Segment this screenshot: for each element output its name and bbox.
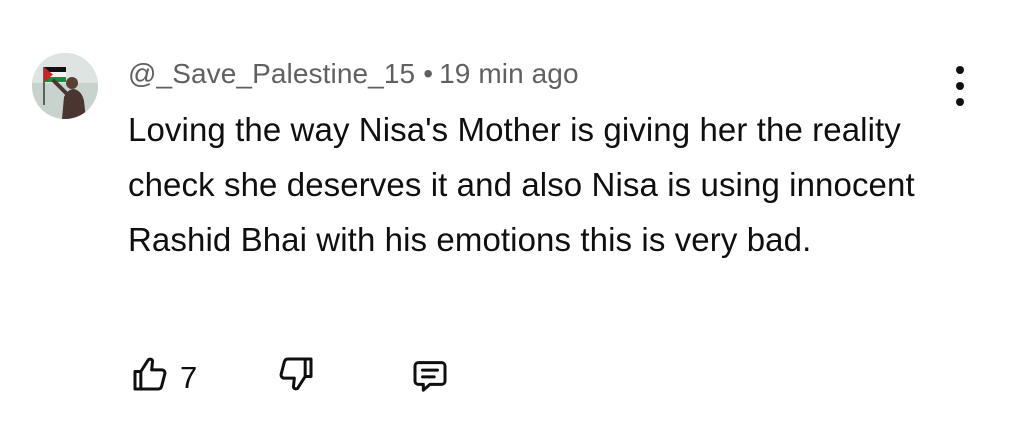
dislike-button[interactable] <box>274 352 324 398</box>
thumbs-down-icon <box>279 357 313 391</box>
more-vert-icon-dot <box>956 82 964 90</box>
meta-separator: • <box>423 58 434 89</box>
comment-meta: @_Save_Palestine_15 • 19 min ago <box>128 58 579 90</box>
like-count: 7 <box>180 360 198 395</box>
comment-timestamp: 19 min ago <box>439 58 579 89</box>
reply-comment-icon <box>413 361 447 392</box>
author-name[interactable]: @_Save_Palestine_15 <box>128 58 415 89</box>
thumbs-up-icon <box>133 357 167 391</box>
avatar[interactable] <box>32 53 98 119</box>
like-button[interactable]: 7 <box>128 352 208 398</box>
more-vert-icon <box>956 66 964 74</box>
reply-button[interactable] <box>408 352 458 398</box>
comment-item: @_Save_Palestine_15 • 19 min ago Loving th… <box>0 0 1024 445</box>
more-options-button[interactable] <box>944 66 976 106</box>
avatar-image <box>32 53 98 119</box>
comment-text: Loving the way Nisa's Mother is giving h… <box>128 111 915 258</box>
